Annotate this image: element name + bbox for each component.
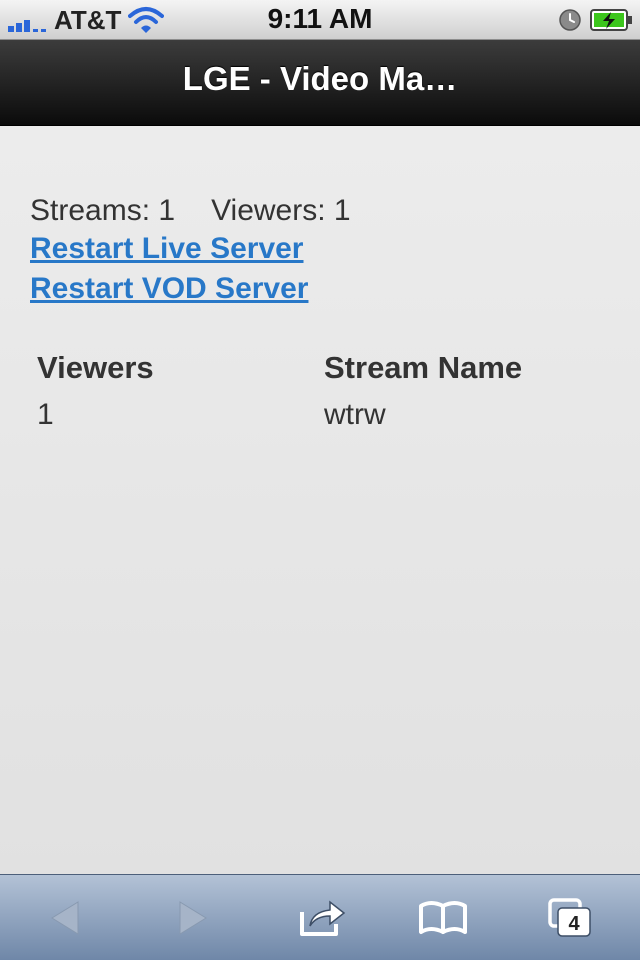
back-button[interactable] xyxy=(20,875,110,960)
tabs-count: 4 xyxy=(568,913,580,935)
browser-toolbar: 4 xyxy=(0,874,640,960)
table-cell-stream-name: wtrw xyxy=(324,398,386,431)
forward-button[interactable] xyxy=(148,875,238,960)
main-content: Streams: 1 Viewers: 1 Restart Live Server… xyxy=(0,126,640,874)
status-bar: AT&T 9:11 AM xyxy=(0,0,640,40)
bookmarks-icon xyxy=(419,901,467,934)
tabs-icon: 4 xyxy=(548,898,591,937)
streams-count: Streams: 1 xyxy=(30,194,176,227)
share-button[interactable] xyxy=(278,875,368,960)
column-header-viewers: Viewers xyxy=(37,350,154,385)
bookmarks-button[interactable] xyxy=(398,875,488,960)
battery-charging-icon xyxy=(590,8,634,37)
alarm-clock-icon xyxy=(558,8,582,37)
restart-live-server-link[interactable]: Restart Live Server xyxy=(30,232,304,266)
title-bar: LGE - Video Ma… xyxy=(0,40,640,126)
page-title: LGE - Video Ma… xyxy=(182,60,458,97)
viewers-count: Viewers: 1 xyxy=(211,194,351,227)
share-icon xyxy=(300,900,346,936)
restart-vod-server-link[interactable]: Restart VOD Server xyxy=(30,272,308,306)
table-cell-viewers: 1 xyxy=(37,398,54,431)
forward-icon xyxy=(179,901,207,935)
column-header-stream-name: Stream Name xyxy=(324,350,523,385)
tabs-button[interactable]: 4 xyxy=(525,875,615,960)
back-icon xyxy=(51,901,79,935)
summary-stats: Streams: 1 Viewers: 1 xyxy=(30,194,351,228)
status-time: 9:11 AM xyxy=(267,3,373,34)
